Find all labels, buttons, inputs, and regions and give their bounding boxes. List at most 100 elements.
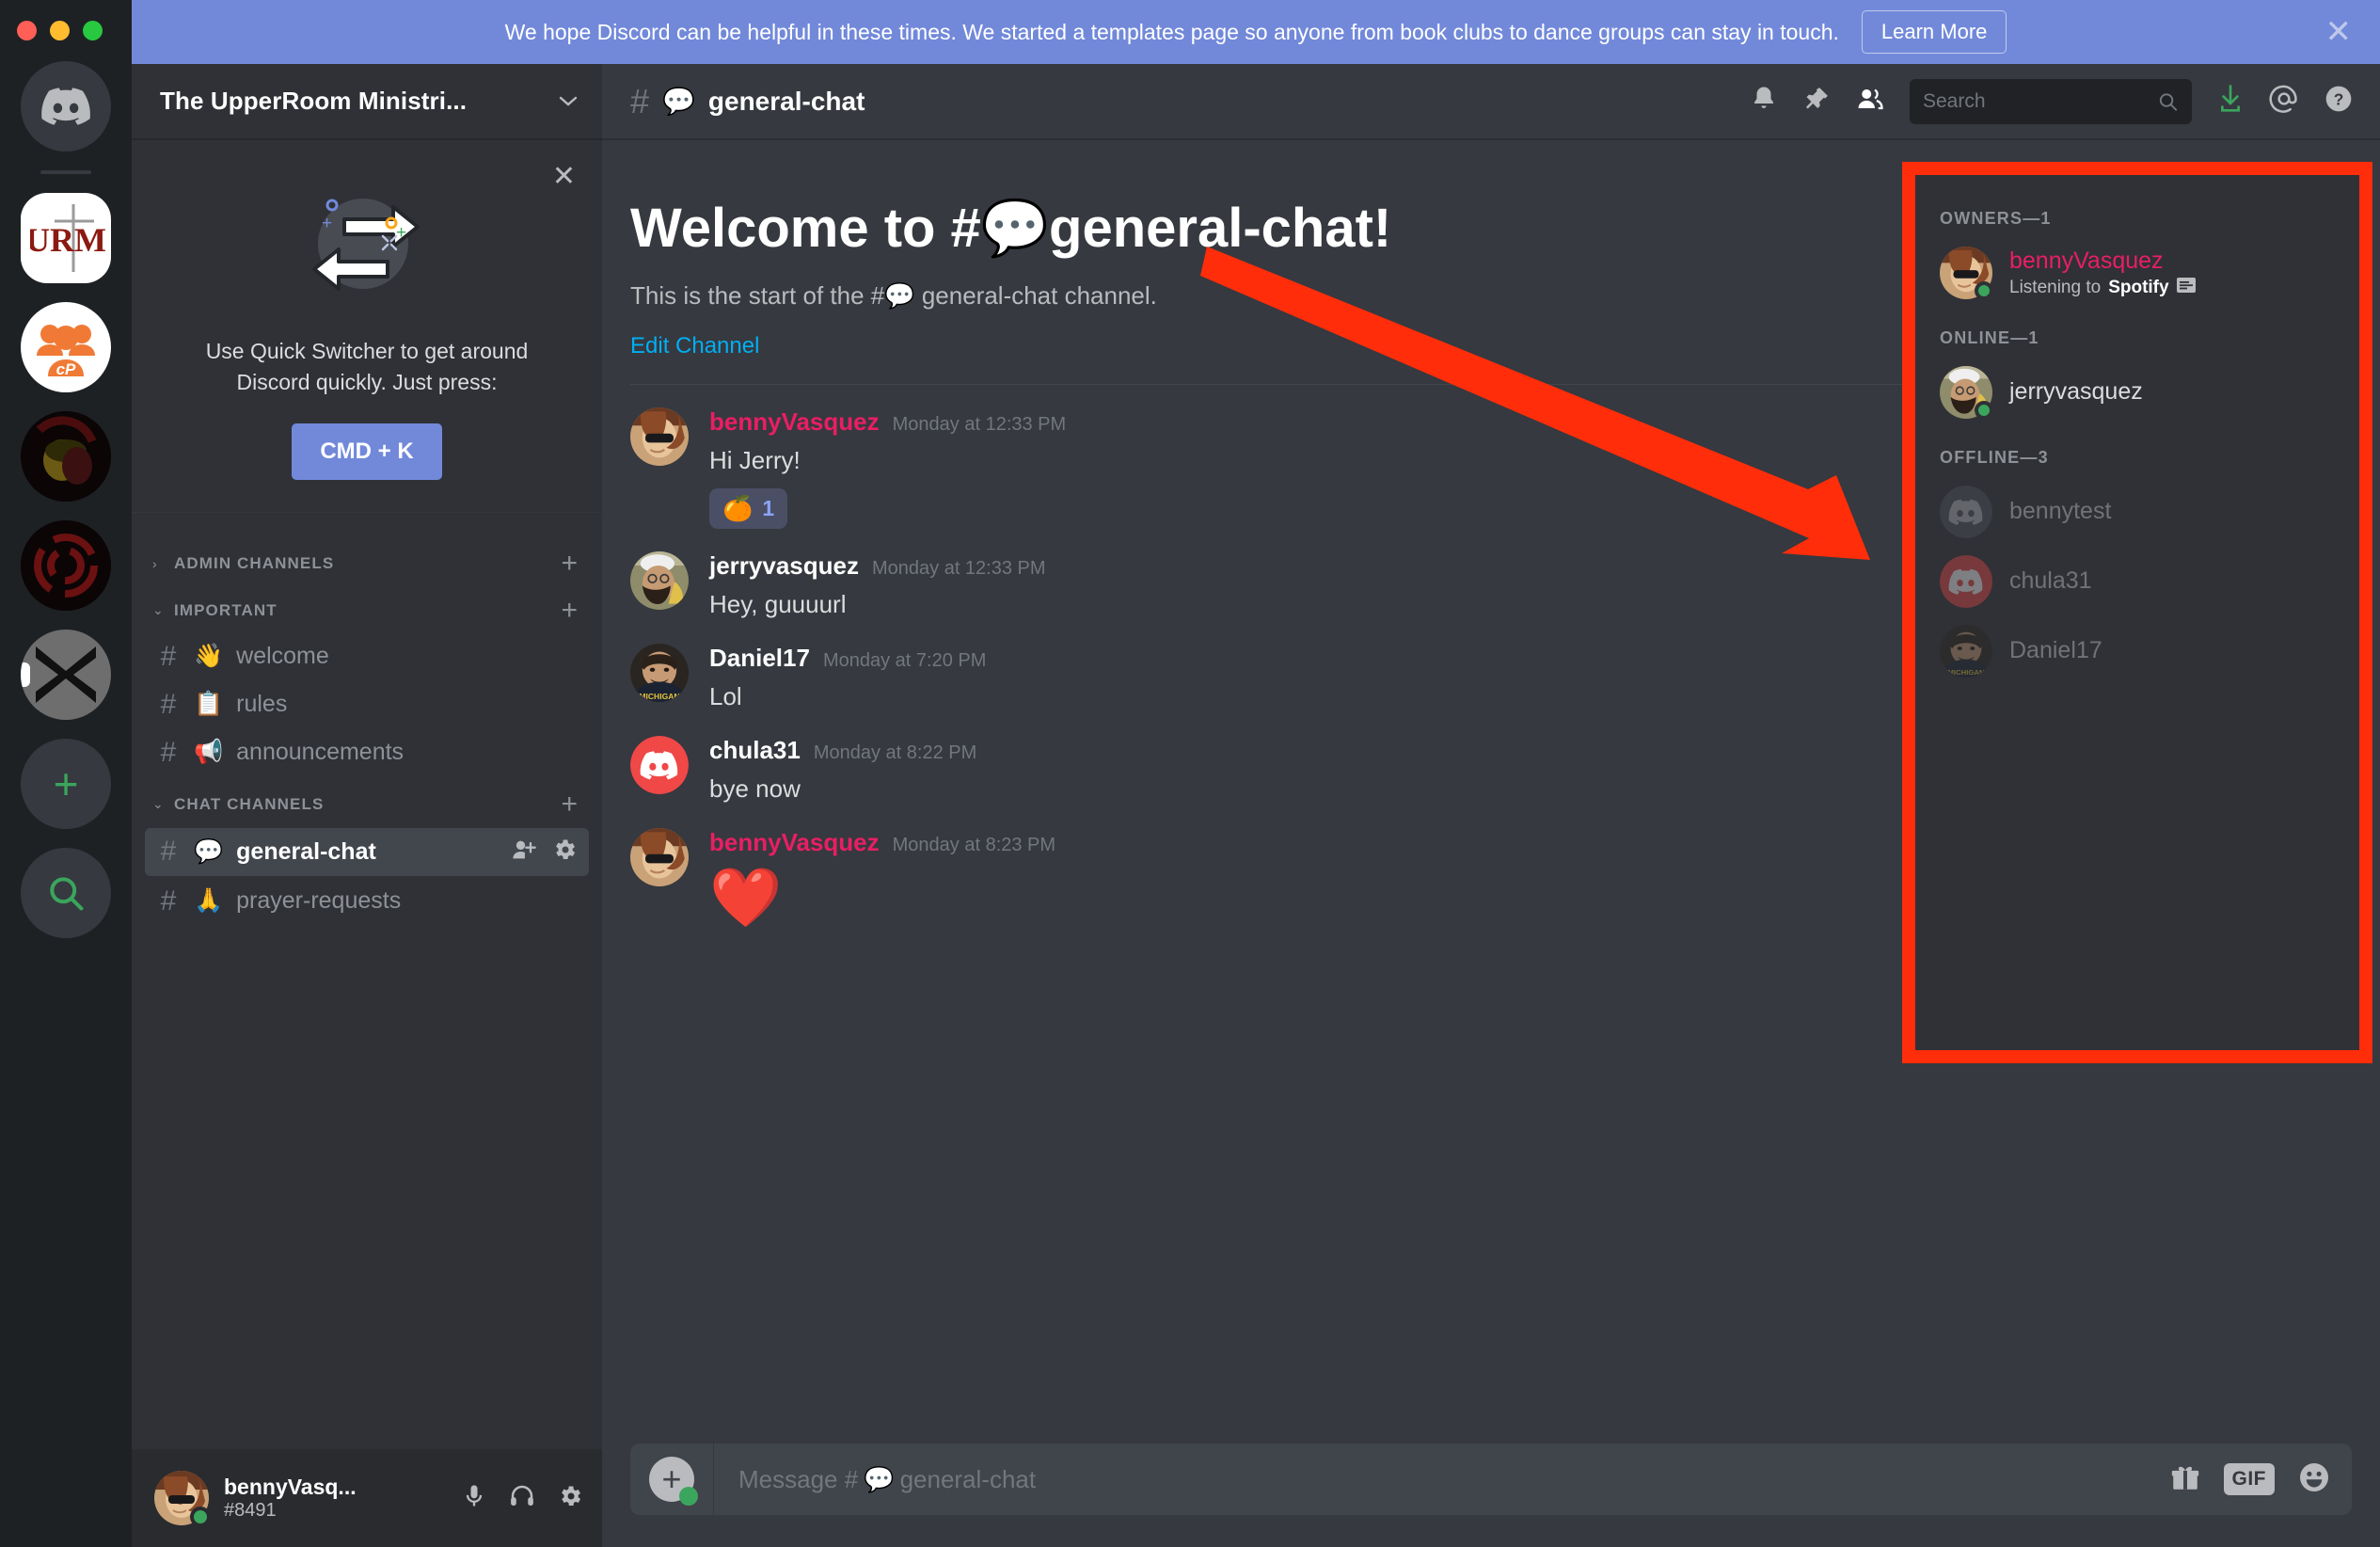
category-name: CHAT CHANNELS <box>174 794 325 813</box>
reaction-emoji: 🍊 <box>722 493 754 522</box>
server-icon-x[interactable] <box>21 630 111 720</box>
channel-category-admin-channels[interactable]: › ADMIN CHANNELS + <box>132 537 602 584</box>
quick-switcher-card: ✕ + + Use Quick Switcher to get around D… <box>132 139 602 513</box>
category-collapse-arrow: › <box>152 555 157 571</box>
notification-bell-icon[interactable] <box>1750 85 1778 118</box>
guild-header[interactable]: The UpperRoom Ministri... <box>132 64 602 139</box>
search-input[interactable] <box>1923 89 2150 113</box>
server-rail-divider <box>40 170 91 174</box>
member-list-item[interactable]: bennyVasquez Listening to Spotify <box>1910 238 2371 308</box>
upload-attachment-button[interactable]: + <box>649 1457 698 1506</box>
channel-item-prayer-requests[interactable]: # 🙏 prayer-requests <box>145 879 589 924</box>
gear-icon[interactable] <box>557 1483 583 1514</box>
svg-text:?: ? <box>2334 90 2344 109</box>
avatar[interactable] <box>154 1471 211 1527</box>
hash-icon: # <box>160 836 177 868</box>
avatar[interactable] <box>630 735 689 794</box>
member-list-item[interactable]: chula31 <box>1910 547 2371 616</box>
message-author[interactable]: chula31 <box>709 736 801 765</box>
message-author[interactable]: jerryvasquez <box>709 551 859 581</box>
channel-emoji: 📢 <box>194 739 224 766</box>
channel-emoji: 💬 <box>194 837 224 865</box>
window-traffic-lights[interactable] <box>0 21 103 40</box>
inbox-icon[interactable] <box>2216 84 2245 119</box>
create-channel-button[interactable]: + <box>561 549 578 577</box>
user-panel-discriminator: #8491 <box>224 1499 277 1521</box>
channel-settings-gear-icon[interactable] <box>551 837 578 868</box>
urm-logo-icon: URM <box>25 204 106 272</box>
guild-name: The UpperRoom Ministri... <box>160 87 468 115</box>
quick-switcher-illustration: + + <box>169 184 564 311</box>
members-icon[interactable] <box>1855 85 1885 118</box>
close-quick-switcher-button[interactable]: ✕ <box>552 160 576 193</box>
member-activity: Listening to Spotify <box>2009 277 2196 298</box>
gif-button[interactable]: GIF <box>2223 1463 2275 1495</box>
channel-list[interactable]: › ADMIN CHANNELS + ⌄ IMPORTANT + # 👋 welcome # 📋 ru… <box>132 513 602 1449</box>
avatar[interactable] <box>630 407 689 466</box>
help-icon[interactable]: ? <box>2324 84 2354 119</box>
emoji-icon[interactable] <box>2297 1460 2331 1499</box>
welcome-title-prefix: Welcome to # <box>630 198 981 259</box>
member-text: bennyVasquez Listening to Spotify <box>2009 247 2196 298</box>
welcome-title-emoji: 💬 <box>980 198 1050 259</box>
member-list[interactable]: OWNERS—1 bennyVasquez Listening to Spotify… <box>1910 167 2371 1057</box>
message-author[interactable]: bennyVasquez <box>709 828 880 857</box>
member-group-title: ONLINE—1 <box>1940 328 2039 347</box>
avatar <box>1940 555 1992 608</box>
svg-text:MICHIGAN: MICHIGAN <box>639 692 679 701</box>
message-author[interactable]: bennyVasquez <box>709 407 880 437</box>
channel-sidebar: The UpperRoom Ministri... ✕ + + Use Quic… <box>132 64 602 1547</box>
message-author[interactable]: Daniel17 <box>709 644 810 673</box>
add-server-button[interactable]: + <box>21 739 111 829</box>
pin-icon[interactable] <box>1802 85 1831 118</box>
message-composer[interactable]: + Message # 💬 general-chat GIF <box>630 1443 2352 1515</box>
avatar[interactable]: MICHIGAN <box>630 643 689 702</box>
edit-channel-link[interactable]: Edit Channel <box>630 333 759 359</box>
microphone-icon[interactable] <box>461 1483 487 1514</box>
close-window-button[interactable] <box>17 21 37 40</box>
explore-servers-button[interactable] <box>21 848 111 938</box>
dark-ring-icon <box>21 520 111 611</box>
member-list-item[interactable]: bennytest <box>1910 477 2371 547</box>
gift-icon[interactable] <box>2169 1461 2201 1498</box>
mentions-icon[interactable] <box>2269 84 2299 119</box>
create-channel-button[interactable]: + <box>561 789 578 818</box>
quick-switcher-shortcut-button[interactable]: CMD + K <box>292 423 442 480</box>
member-group-title: OFFLINE—3 <box>1940 448 2049 467</box>
member-list-item[interactable]: jerryvasquez <box>1910 358 2371 427</box>
server-icon-dark-portrait[interactable] <box>21 411 111 502</box>
channel-category-important[interactable]: ⌄ IMPORTANT + <box>132 584 602 631</box>
channel-category-chat-channels[interactable]: ⌄ CHAT CHANNELS + <box>132 778 602 825</box>
server-icon-church-people[interactable]: cP <box>21 302 111 392</box>
promo-banner: We hope Discord can be helpful in these … <box>132 0 2380 64</box>
search-bar[interactable] <box>1910 78 2192 124</box>
hash-icon: # <box>160 640 177 672</box>
channel-emoji: 💬 <box>662 87 695 116</box>
server-icon-discord-home[interactable] <box>21 61 111 152</box>
server-icon-dark-ring[interactable] <box>21 520 111 611</box>
channel-label: announcements <box>236 739 405 766</box>
avatar: MICHIGAN <box>1940 625 1992 678</box>
create-channel-button[interactable]: + <box>561 596 578 624</box>
avatar <box>1940 247 1993 300</box>
channel-item-rules[interactable]: # 📋 rules <box>145 682 589 727</box>
server-icon-upperroom-ministries[interactable]: URM <box>21 193 111 283</box>
minimize-window-button[interactable] <box>50 21 70 40</box>
create-invite-icon[interactable] <box>510 837 538 868</box>
member-list-item[interactable]: MICHIGAN Daniel17 <box>1910 616 2371 686</box>
zoom-window-button[interactable] <box>83 21 103 40</box>
avatar[interactable] <box>630 550 689 610</box>
channel-item-announcements[interactable]: # 📢 announcements <box>145 730 589 775</box>
close-banner-button[interactable]: ✕ <box>2325 16 2353 48</box>
channel-item-general-chat[interactable]: # 💬 general-chat <box>145 827 589 876</box>
channel-item-welcome[interactable]: # 👋 welcome <box>145 634 589 679</box>
member-name: chula31 <box>2009 567 2092 595</box>
svg-text:URM: URM <box>25 221 106 259</box>
headphones-icon[interactable] <box>508 1482 536 1515</box>
reaction-pill[interactable]: 🍊 1 <box>709 487 788 529</box>
learn-more-button[interactable]: Learn More <box>1861 10 2007 54</box>
avatar[interactable] <box>630 828 689 887</box>
avatar <box>1940 486 1992 538</box>
message-input[interactable]: Message # 💬 general-chat <box>714 1465 2169 1494</box>
hash-icon: # <box>160 736 177 768</box>
